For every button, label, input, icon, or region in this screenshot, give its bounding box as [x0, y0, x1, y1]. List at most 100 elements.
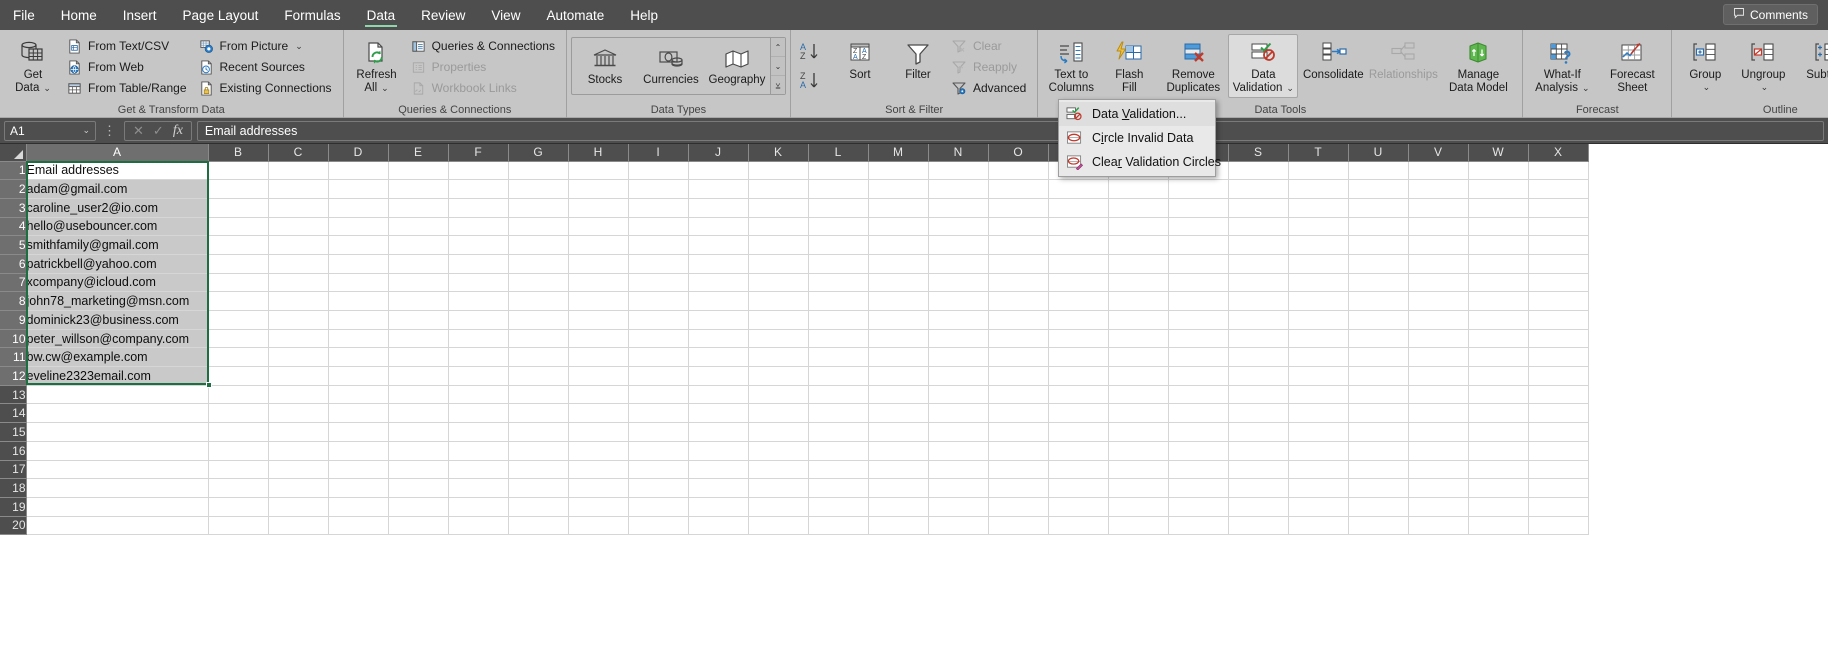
cell-G3[interactable] [508, 198, 568, 217]
cell-B14[interactable] [208, 404, 268, 423]
cell-N19[interactable] [928, 497, 988, 516]
cell-G1[interactable] [508, 161, 568, 180]
cell-E2[interactable] [388, 180, 448, 199]
row-header-5[interactable]: 5 [0, 236, 26, 255]
data-validation-button[interactable]: Data Validation ⌄ [1228, 34, 1298, 98]
cell-G7[interactable] [508, 273, 568, 292]
cell-X3[interactable] [1528, 198, 1588, 217]
cell-E19[interactable] [388, 497, 448, 516]
cell-L10[interactable] [808, 329, 868, 348]
cell-P16[interactable] [1048, 441, 1108, 460]
cell-C10[interactable] [268, 329, 328, 348]
cell-H10[interactable] [568, 329, 628, 348]
cell-R8[interactable] [1168, 292, 1228, 311]
cell-C20[interactable] [268, 516, 328, 535]
cell-C1[interactable] [268, 161, 328, 180]
cell-A8[interactable]: john78_marketing@msn.com [26, 292, 208, 311]
cell-E3[interactable] [388, 198, 448, 217]
cell-U6[interactable] [1348, 254, 1408, 273]
cell-D5[interactable] [328, 236, 388, 255]
cell-T1[interactable] [1288, 161, 1348, 180]
cell-E5[interactable] [388, 236, 448, 255]
cell-C3[interactable] [268, 198, 328, 217]
cell-M10[interactable] [868, 329, 928, 348]
cell-R6[interactable] [1168, 254, 1228, 273]
cell-P13[interactable] [1048, 385, 1108, 404]
cell-C15[interactable] [268, 423, 328, 442]
cell-V4[interactable] [1408, 217, 1468, 236]
gallery-scroll-up-button[interactable]: ⌃ [771, 38, 785, 57]
cell-H16[interactable] [568, 441, 628, 460]
cell-W12[interactable] [1468, 367, 1528, 386]
cell-B6[interactable] [208, 254, 268, 273]
cell-B3[interactable] [208, 198, 268, 217]
cell-X13[interactable] [1528, 385, 1588, 404]
recent-sources-button[interactable]: Recent Sources [194, 57, 339, 77]
cell-G15[interactable] [508, 423, 568, 442]
cell-J3[interactable] [688, 198, 748, 217]
column-header-l[interactable]: L [808, 144, 868, 161]
column-header-o[interactable]: O [988, 144, 1048, 161]
cell-J2[interactable] [688, 180, 748, 199]
column-header-j[interactable]: J [688, 144, 748, 161]
cell-P3[interactable] [1048, 198, 1108, 217]
cell-O9[interactable] [988, 311, 1048, 330]
cell-O7[interactable] [988, 273, 1048, 292]
cell-M8[interactable] [868, 292, 928, 311]
cell-H6[interactable] [568, 254, 628, 273]
cell-T9[interactable] [1288, 311, 1348, 330]
cell-L17[interactable] [808, 460, 868, 479]
cell-V14[interactable] [1408, 404, 1468, 423]
cell-S6[interactable] [1228, 254, 1288, 273]
refresh-all-button[interactable]: Refresh All ⌄ [348, 34, 406, 98]
cell-D4[interactable] [328, 217, 388, 236]
menu-item-help[interactable]: Help [617, 2, 671, 28]
cell-Q14[interactable] [1108, 404, 1168, 423]
cell-W1[interactable] [1468, 161, 1528, 180]
cell-D7[interactable] [328, 273, 388, 292]
cell-T10[interactable] [1288, 329, 1348, 348]
cell-R13[interactable] [1168, 385, 1228, 404]
cell-U3[interactable] [1348, 198, 1408, 217]
cell-V9[interactable] [1408, 311, 1468, 330]
column-header-m[interactable]: M [868, 144, 928, 161]
consolidate-button[interactable]: Consolidate [1298, 34, 1368, 98]
cell-X6[interactable] [1528, 254, 1588, 273]
cell-W11[interactable] [1468, 348, 1528, 367]
cell-I7[interactable] [628, 273, 688, 292]
cell-M9[interactable] [868, 311, 928, 330]
cell-F20[interactable] [448, 516, 508, 535]
cell-N5[interactable] [928, 236, 988, 255]
stocks-button[interactable]: Stocks [572, 38, 638, 94]
cell-A19[interactable] [26, 497, 208, 516]
cell-T16[interactable] [1288, 441, 1348, 460]
cell-D8[interactable] [328, 292, 388, 311]
cell-I12[interactable] [628, 367, 688, 386]
cell-S2[interactable] [1228, 180, 1288, 199]
cell-R16[interactable] [1168, 441, 1228, 460]
cell-T14[interactable] [1288, 404, 1348, 423]
cell-H2[interactable] [568, 180, 628, 199]
cell-O15[interactable] [988, 423, 1048, 442]
cell-N15[interactable] [928, 423, 988, 442]
cell-S5[interactable] [1228, 236, 1288, 255]
cell-B1[interactable] [208, 161, 268, 180]
geography-button[interactable]: Geography [704, 38, 770, 94]
cell-O18[interactable] [988, 479, 1048, 498]
cell-J12[interactable] [688, 367, 748, 386]
cell-V17[interactable] [1408, 460, 1468, 479]
cell-T19[interactable] [1288, 497, 1348, 516]
cell-K1[interactable] [748, 161, 808, 180]
cell-L7[interactable] [808, 273, 868, 292]
cell-W6[interactable] [1468, 254, 1528, 273]
menu-item-insert[interactable]: Insert [110, 2, 170, 28]
cell-U4[interactable] [1348, 217, 1408, 236]
cell-I2[interactable] [628, 180, 688, 199]
cell-Q12[interactable] [1108, 367, 1168, 386]
from-web-button[interactable]: From Web [62, 57, 194, 77]
cell-N8[interactable] [928, 292, 988, 311]
cell-W19[interactable] [1468, 497, 1528, 516]
cell-H19[interactable] [568, 497, 628, 516]
group-button[interactable]: Group ⌄ [1676, 34, 1734, 98]
cell-H1[interactable] [568, 161, 628, 180]
